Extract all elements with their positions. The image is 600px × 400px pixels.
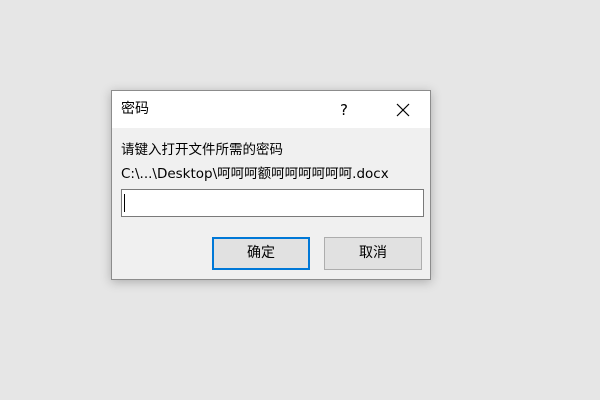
file-path-label: C:\...\Desktop\呵呵呵额呵呵呵呵呵呵.docx — [121, 166, 389, 182]
dialog-title: 密码 — [121, 101, 149, 117]
password-input[interactable] — [121, 189, 424, 217]
close-button[interactable] — [386, 96, 420, 124]
password-prompt-label: 请键入打开文件所需的密码 — [121, 142, 283, 158]
cancel-button[interactable]: 取消 — [324, 237, 422, 270]
ok-button[interactable]: 确定 — [212, 237, 310, 270]
password-dialog: 密码 ? 请键入打开文件所需的密码 C:\...\Desktop\呵呵呵额呵呵呵… — [111, 90, 431, 280]
close-icon — [396, 103, 410, 117]
text-caret — [124, 194, 125, 212]
dialog-titlebar[interactable]: 密码 ? — [112, 91, 430, 128]
help-button[interactable]: ? — [327, 96, 361, 124]
